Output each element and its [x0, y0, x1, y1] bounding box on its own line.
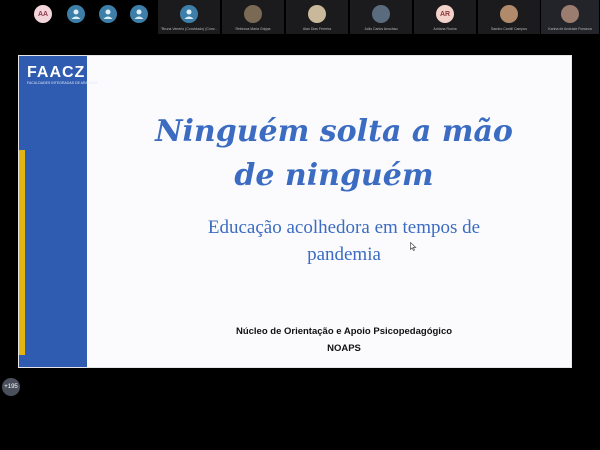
avatar: AR	[436, 5, 454, 23]
person-icon	[99, 5, 117, 23]
slide-left-band	[19, 56, 87, 367]
more-participants-badge[interactable]: +195	[2, 378, 20, 396]
faacz-logo: FAACZ FACULDADES INTEGRADAS DE ARACRUZ	[27, 64, 98, 92]
presentation-slide: FAACZ FACULDADES INTEGRADAS DE ARACRUZ N…	[18, 55, 572, 368]
avatar	[308, 5, 326, 23]
participant-tile[interactable]	[97, 0, 119, 34]
footer-line-1: Núcleo de Orientação e Apoio Psicopedagó…	[235, 326, 453, 337]
slide-title: Ninguém solta a mão de ninguém	[109, 110, 559, 198]
logo-subtitle: FACULDADES INTEGRADAS DE ARACRUZ	[27, 81, 98, 85]
title-line-2: de ninguém	[234, 158, 434, 193]
participant-tile-speaker[interactable]: Karina de Andrade Fonseca	[541, 0, 599, 34]
participant-tile[interactable]	[128, 0, 150, 34]
mouse-cursor-icon	[410, 242, 417, 251]
avatar	[561, 5, 579, 23]
participant-tile[interactable]: João Carlos Anschau	[350, 0, 412, 34]
participant-name: Karina de Andrade Fonseca	[548, 27, 592, 31]
participant-name: "Bruna Venerio (Convidado) (Conv...	[160, 27, 218, 31]
participant-name: Adriana Rocha	[433, 27, 457, 31]
participant-tile[interactable]: "Bruna Venerio (Convidado) (Conv...	[158, 0, 220, 34]
subtitle-line-2: pandemia	[307, 244, 381, 265]
avatar	[500, 5, 518, 23]
person-icon	[180, 5, 198, 23]
participant-name: Rebecca Maria Grippa	[235, 27, 271, 31]
person-icon	[130, 5, 148, 23]
person-icon	[67, 5, 85, 23]
avatar	[244, 5, 262, 23]
participant-name: João Carlos Anschau	[364, 27, 398, 31]
footer-line-2: NOAPS	[327, 343, 361, 354]
participant-tile[interactable]: Alan Dias Ferreira	[286, 0, 348, 34]
title-line-1: Ninguém solta a mão	[155, 114, 513, 149]
participant-tile[interactable]: Sandro Camill Campos	[478, 0, 540, 34]
participant-tile[interactable]: AR Adriana Rocha	[414, 0, 476, 34]
participant-tile[interactable]: AA	[32, 0, 54, 34]
participant-name: Sandro Camill Campos	[491, 27, 527, 31]
slide-footer: Núcleo de Orientação e Apoio Psicopedagó…	[169, 323, 519, 357]
participant-tile[interactable]	[65, 0, 87, 34]
logo-text: FAACZ	[27, 64, 86, 81]
participant-name: Alan Dias Ferreira	[302, 27, 332, 31]
avatar	[372, 5, 390, 23]
slide-accent-bar	[19, 150, 25, 355]
slide-subtitle: Educação acolhedora em tempos de pandemi…	[154, 214, 534, 268]
participant-tile[interactable]: Rebecca Maria Grippa	[222, 0, 284, 34]
avatar: AA	[34, 5, 52, 23]
subtitle-line-1: Educação acolhedora em tempos de	[207, 217, 481, 238]
